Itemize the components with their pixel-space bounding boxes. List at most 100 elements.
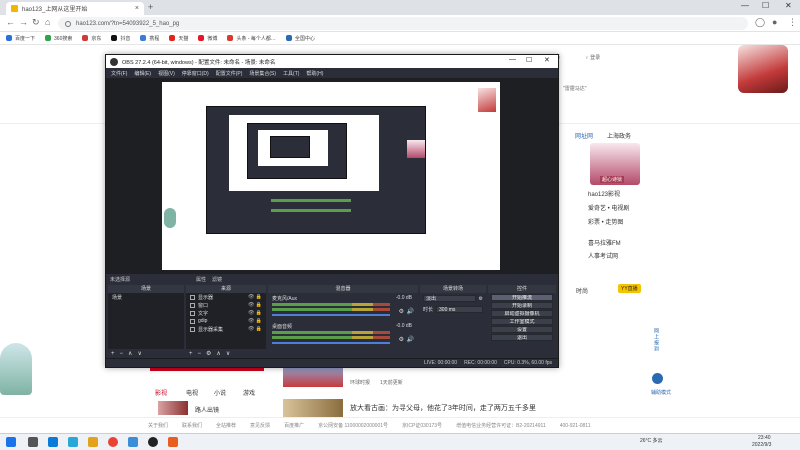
close-window-icon[interactable]: ✕ [785,1,792,10]
start-icon[interactable] [6,437,16,447]
rail-checkin[interactable]: 网上报到 [653,328,660,352]
nav-tab-url[interactable]: 网址网 [575,131,593,140]
visibility-lock-icon[interactable]: 👁 🔒 [248,326,262,332]
mixer-settings-icon[interactable]: ⚙ [399,336,404,343]
mixer-settings-icon[interactable]: ⚙ [399,308,404,315]
add-scene-icon[interactable]: + [111,351,115,357]
home-icon[interactable]: ⌂ [45,17,50,27]
source-item[interactable]: gdip 👁 🔒 [186,317,266,325]
bookmark-item[interactable]: 360搜索 [45,35,72,42]
obs-menu-item[interactable]: 工具(T) [283,70,299,77]
control-button[interactable]: 设置 [491,326,553,333]
content-tab-1[interactable]: 影视 [155,388,167,397]
address-bar[interactable]: hao123.com/?tn=54093922_5_hao_pg [58,17,748,30]
obs-menu-item[interactable]: 停靠窗口(D) [182,70,209,77]
yy-badge[interactable]: YY直播 [618,284,641,293]
maximize-icon[interactable]: ☐ [762,1,769,10]
side-link-2[interactable]: 爱奇艺 • 电视剧 [588,203,629,212]
properties-button[interactable]: 属性 [196,276,206,283]
news-image-2[interactable] [283,399,343,417]
news-headline[interactable]: 放大看古画：为寻父母，他花了3年时间，走了两万五千多里 [350,403,536,413]
obs-taskbar-icon[interactable] [148,437,158,447]
nav-tab-shanghai[interactable]: 上海政务 [607,131,631,140]
bookmark-item[interactable]: 百度一下 [6,35,35,42]
obs-menu-item[interactable]: 文件(F) [111,70,127,77]
obs-preview[interactable] [106,78,558,274]
control-button[interactable]: 开始推流 [491,294,553,301]
news-source[interactable]: 环球时报 [350,379,370,386]
control-button[interactable]: 工作室模式 [491,318,553,325]
footer-link[interactable]: 全站推荐 [216,422,236,429]
remove-scene-icon[interactable]: − [120,351,124,357]
filters-button[interactable]: 滤镜 [212,276,222,283]
footer-link[interactable]: 意见反馈 [250,422,270,429]
forward-icon[interactable]: → [19,17,28,27]
assist-mode-icon[interactable] [652,373,663,384]
source-item[interactable]: 窗口 👁 🔒 [186,301,266,309]
source-down-icon[interactable]: ∨ [226,350,230,357]
footer-link[interactable]: 联系我们 [182,422,202,429]
app2-icon[interactable] [168,437,178,447]
source-item[interactable]: 显示器采集 👁 🔒 [186,325,266,333]
bookmark-item[interactable]: 携程 [140,35,159,42]
chrome-icon[interactable] [108,437,118,447]
source-item[interactable]: 文字 👁 🔒 [186,309,266,317]
obs-minimize-icon[interactable]: — [509,56,516,63]
bookmark-item[interactable]: 全国中心 [285,35,315,42]
duration-input[interactable]: 300 ms [436,306,483,313]
rail-assist[interactable]: 辅助模式 [651,389,671,396]
browser-tab[interactable]: hao123_上网从这里开始 × [6,2,144,15]
app-icon[interactable] [128,437,138,447]
menu-icon[interactable]: ⋮ [788,17,797,28]
footer-link[interactable]: 百度推广 [284,422,304,429]
obs-maximize-icon[interactable]: ☐ [526,56,532,64]
control-button[interactable]: 退出 [491,334,553,341]
control-button[interactable]: 启动虚拟摄像机 [491,310,553,317]
banner-character-image[interactable] [738,45,788,93]
mascot-image[interactable] [0,343,32,395]
scene-item[interactable]: 场景 [108,293,184,301]
obs-menu-item[interactable]: 帮助(H) [306,70,323,77]
transition-add-icon[interactable]: ⚙ [479,296,483,302]
obs-menu-item[interactable]: 场景集合(S) [249,70,276,77]
bookmark-item[interactable]: 京东 [82,35,101,42]
visibility-lock-icon[interactable]: 👁 🔒 [248,294,262,300]
side-link-5[interactable]: 人事考试网 [588,251,618,260]
footer-link[interactable]: 增值电信业务经营许可证：B2-20214911 [456,422,546,429]
content-thumb[interactable] [158,401,188,415]
tray-weather[interactable]: 26°C 多云 [640,437,663,444]
volume-slider[interactable] [272,314,390,316]
content-tab-2[interactable]: 电视 [186,388,198,397]
back-icon[interactable]: ← [6,17,15,27]
tray-time[interactable]: 23:40 [758,435,771,441]
bookmark-item[interactable]: 头条 - 每个人都… [227,35,276,42]
site-info-icon[interactable] [65,20,71,27]
reload-icon[interactable]: ↻ [32,17,40,28]
content-tab-3[interactable]: 小说 [214,388,226,397]
minimize-icon[interactable]: — [741,1,749,10]
search-icon[interactable] [28,437,38,447]
side-link-1[interactable]: hao123影视 [588,189,620,198]
side-link-4[interactable]: 喜马拉雅FM [588,238,621,247]
content-caption[interactable]: 路人出镜 [195,405,219,414]
obs-menu-item[interactable]: 编辑(E) [134,70,151,77]
footer-link[interactable]: 400-921-0811 [560,423,591,429]
account-icon[interactable]: ◯ [755,17,765,28]
footer-link[interactable]: 京公网安备 11000002000001号 [318,422,388,429]
transition-select[interactable]: 淡出 [423,295,476,302]
bookmark-item[interactable]: 天猫 [169,35,188,42]
side-link-3[interactable]: 彩票 • 走势图 [588,217,623,226]
tray-date[interactable]: 2022/9/3 [752,442,771,448]
content-tab-4[interactable]: 游戏 [243,388,255,397]
close-tab-icon[interactable]: × [135,5,139,12]
footer-link[interactable]: 京ICP证030173号 [402,422,442,429]
source-up-icon[interactable]: ∧ [216,350,220,357]
scene-up-icon[interactable]: ∧ [128,350,132,357]
add-source-icon[interactable]: + [189,351,193,357]
explorer-icon[interactable] [88,437,98,447]
source-settings-icon[interactable]: ⚙ [206,350,211,357]
speaker-icon[interactable]: 🔊 [407,336,414,343]
news-image-1[interactable] [283,365,343,387]
footer-link[interactable]: 关于我们 [148,422,168,429]
new-tab-icon[interactable]: + [148,2,153,12]
